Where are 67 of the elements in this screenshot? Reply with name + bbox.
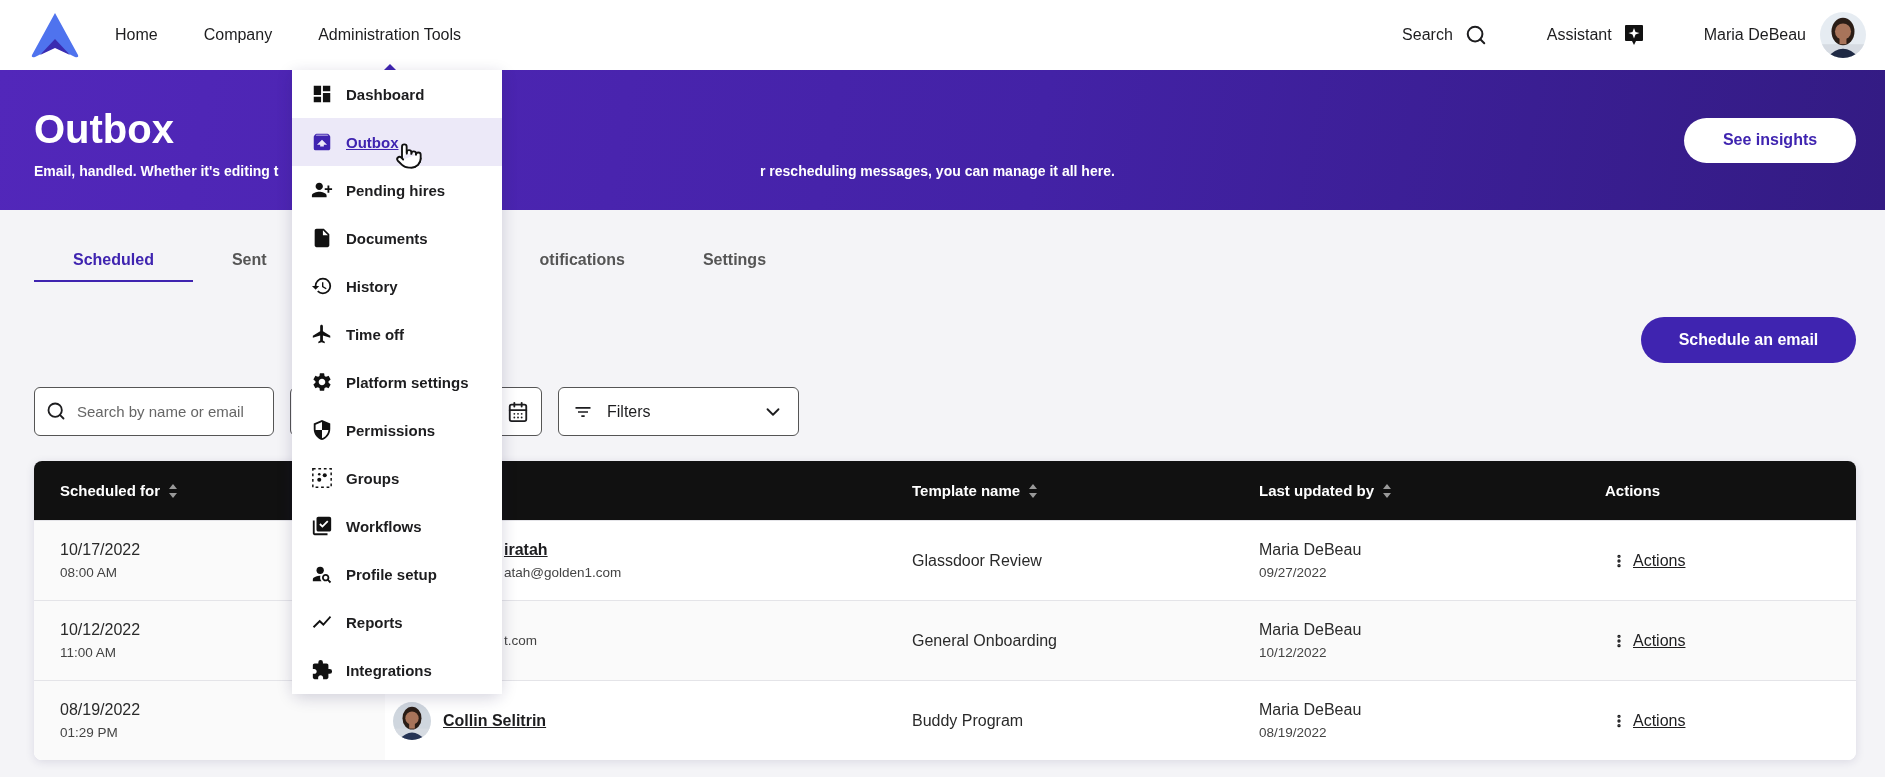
checklist-icon — [310, 514, 334, 538]
subtitle-text: r rescheduling messages, you can manage it all here. — [760, 163, 1115, 179]
menu-item[interactable]: Groups — [292, 454, 502, 502]
nav-link[interactable]: Home — [115, 26, 158, 44]
scheduled-time: 08:00 AM — [60, 565, 118, 580]
groups-icon — [310, 466, 334, 490]
template-name: Glassdoor Review — [912, 551, 1042, 570]
tab[interactable]: Settings — [663, 210, 806, 282]
menu-item[interactable]: History — [292, 262, 502, 310]
search-field[interactable]: Search by name or email — [34, 387, 274, 436]
menu-item[interactable]: Pending hires — [292, 166, 502, 214]
sort-icon[interactable] — [1028, 482, 1039, 499]
template-name: General Onboarding — [912, 631, 1057, 650]
template-name: Buddy Program — [912, 711, 1024, 730]
user-name: Maria DeBeau — [1703, 26, 1806, 44]
recipient-email: t.com — [504, 633, 537, 648]
search-button[interactable]: Search — [1402, 24, 1487, 46]
updated-date: 09/27/2022 — [1259, 565, 1327, 580]
column-header: Scheduled for — [60, 482, 160, 499]
subtitle-text: Email, handled. Whether it's editing t — [34, 163, 279, 179]
schedule-email-button[interactable]: Schedule an email — [1641, 317, 1856, 363]
calendar-icon — [507, 400, 529, 423]
updated-by: Maria DeBeau — [1259, 621, 1362, 639]
recipient-name[interactable]: iratah — [504, 541, 548, 559]
sort-icon[interactable] — [1382, 482, 1392, 499]
assistant-button[interactable]: Assistant — [1546, 24, 1644, 46]
scheduled-date: 10/17/2022 — [60, 541, 141, 559]
menu-item[interactable]: Documents — [292, 214, 502, 262]
actions-link[interactable]: Actions — [1633, 551, 1686, 570]
updated-date: 08/19/2022 — [1259, 725, 1327, 740]
column-header: Template name — [912, 482, 1021, 499]
menu-item[interactable]: Permissions — [292, 406, 502, 454]
nav-link[interactable]: Company — [203, 26, 273, 44]
menu-item[interactable]: Dashboard — [292, 70, 502, 118]
filters-dropdown[interactable]: Filters — [558, 387, 799, 436]
recipient-name[interactable]: Collin Selitrin — [443, 711, 547, 730]
updated-by: Maria DeBeau — [1259, 541, 1362, 559]
actions-link[interactable]: Actions — [1633, 631, 1686, 650]
puzzle-icon — [310, 658, 334, 682]
settings-icon — [310, 370, 334, 394]
nav-link[interactable]: Administration Tools — [318, 26, 462, 44]
menu-item[interactable]: Platform settings — [292, 358, 502, 406]
actions-link[interactable]: Actions — [1633, 711, 1686, 730]
scheduled-time: 01:29 PM — [60, 725, 118, 740]
search-icon — [1464, 24, 1487, 46]
menu-item[interactable]: Reports — [292, 598, 502, 646]
search-icon — [46, 401, 66, 421]
sort-icon[interactable] — [168, 482, 178, 499]
recipient-email: atah@golden1.com — [504, 565, 622, 580]
scheduled-time: 11:00 AM — [60, 645, 117, 660]
updated-date: 10/12/2022 — [1259, 645, 1327, 660]
scheduled-date: 10/12/2022 — [60, 621, 141, 639]
updated-by: Maria DeBeau — [1259, 701, 1362, 719]
column-header: Last updated by — [1259, 482, 1374, 499]
tab[interactable]: otifications — [500, 210, 664, 282]
menu-item[interactable]: Workflows — [292, 502, 502, 550]
tab[interactable]: Scheduled — [34, 210, 193, 282]
page-title: Outbox — [34, 109, 174, 149]
menu-item[interactable]: Profile setup — [292, 550, 502, 598]
scheduled-date: 08/19/2022 — [60, 701, 141, 719]
menu-item[interactable]: Integrations — [292, 646, 502, 694]
column-header: Actions — [1605, 482, 1660, 499]
menu-item[interactable]: Outbox — [292, 118, 502, 166]
logo-icon[interactable] — [30, 11, 80, 59]
menu-item[interactable]: Time off — [292, 310, 502, 358]
see-insights-button[interactable]: See insights — [1684, 117, 1856, 163]
assistant-icon — [1623, 24, 1644, 46]
